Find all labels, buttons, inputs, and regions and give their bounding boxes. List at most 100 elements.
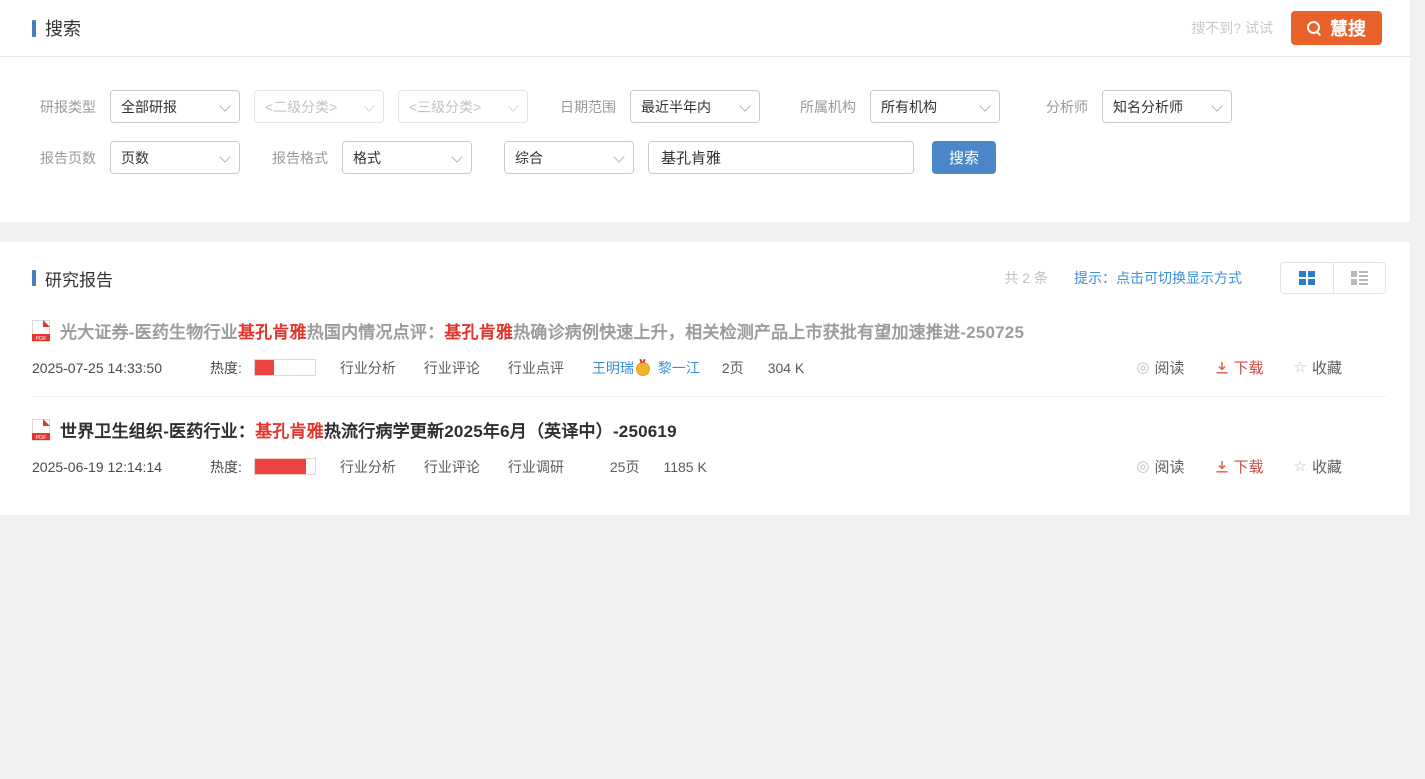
header-bar: 搜索 搜不到? 试试 慧搜 bbox=[0, 0, 1410, 57]
chevron-down-icon bbox=[613, 151, 624, 162]
smart-search-label: 慧搜 bbox=[1330, 15, 1366, 41]
heat-label: 热度: bbox=[210, 358, 242, 378]
report-pages-value: 页数 bbox=[121, 148, 149, 168]
grid-view-icon bbox=[1299, 271, 1315, 285]
report-title-link[interactable]: 光大证券-医药生物行业基孔肯雅热国内情况点评：基孔肯雅热确诊病例快速上升，相关检… bbox=[60, 318, 1024, 343]
heat-fill bbox=[255, 360, 274, 375]
heat-bar bbox=[254, 359, 316, 376]
analyst-label: 分析师 bbox=[1046, 97, 1088, 117]
list-view-button[interactable] bbox=[1333, 263, 1385, 293]
organization-label: 所属机构 bbox=[800, 97, 856, 117]
chevron-down-icon bbox=[451, 151, 462, 162]
organization-select[interactable]: 所有机构 bbox=[870, 90, 1000, 123]
download-icon bbox=[1215, 361, 1229, 375]
pdf-icon[interactable]: PDF bbox=[32, 419, 50, 441]
report-tag: 行业调研 bbox=[508, 457, 564, 477]
heat-fill bbox=[255, 459, 306, 474]
page-title: 搜索 bbox=[32, 15, 81, 41]
chevron-down-icon bbox=[507, 100, 518, 111]
download-button[interactable]: 下载 bbox=[1215, 456, 1264, 477]
chevron-down-icon bbox=[219, 100, 230, 111]
page-count: 25页 bbox=[610, 457, 640, 477]
report-pages-label: 报告页数 bbox=[40, 148, 96, 168]
favorite-button[interactable]: ☆收藏 bbox=[1294, 357, 1342, 378]
analyst-value: 知名分析师 bbox=[1113, 97, 1183, 117]
result-count: 共 2 条 bbox=[1004, 268, 1048, 288]
star-icon: ☆ bbox=[1294, 360, 1307, 375]
date-range-value: 最近半年内 bbox=[641, 97, 711, 117]
medal-icon bbox=[636, 362, 650, 376]
level2-category-select[interactable]: <二级分类> bbox=[254, 90, 384, 123]
read-button[interactable]: ◎阅读 bbox=[1136, 456, 1184, 477]
chevron-down-icon bbox=[219, 151, 230, 162]
filter-panel: 研报类型 全部研报 <二级分类> <三级分类> 日期范围 最近半年内 所属机构 … bbox=[0, 57, 1410, 222]
report-format-select[interactable]: 格式 bbox=[342, 141, 472, 174]
results-title-text: 研究报告 bbox=[45, 266, 113, 291]
eye-icon: ◎ bbox=[1136, 459, 1149, 474]
result-row: PDF 光大证券-医药生物行业基孔肯雅热国内情况点评：基孔肯雅热确诊病例快速上升… bbox=[0, 298, 1386, 396]
keyword-highlight: 基孔肯雅 bbox=[255, 422, 324, 441]
favorite-button[interactable]: ☆收藏 bbox=[1294, 456, 1342, 477]
smart-search-button[interactable]: 慧搜 bbox=[1291, 11, 1382, 45]
report-tag: 行业评论 bbox=[424, 358, 480, 378]
view-toggle-group bbox=[1280, 262, 1386, 294]
level3-category-select[interactable]: <三级分类> bbox=[398, 90, 528, 123]
chevron-down-icon bbox=[979, 100, 990, 111]
keyword-input[interactable] bbox=[648, 141, 914, 174]
chevron-down-icon bbox=[739, 100, 750, 111]
date-range-label: 日期范围 bbox=[560, 97, 616, 117]
report-tag: 行业分析 bbox=[340, 358, 396, 378]
report-tag: 行业评论 bbox=[424, 457, 480, 477]
report-tag: 行业点评 bbox=[508, 358, 564, 378]
download-button[interactable]: 下载 bbox=[1215, 357, 1264, 378]
results-title: 研究报告 bbox=[32, 266, 113, 291]
keyword-highlight: 基孔肯雅 bbox=[238, 323, 307, 342]
report-format-value: 格式 bbox=[353, 148, 381, 168]
analyst-link[interactable]: 黎一江 bbox=[658, 358, 700, 378]
analyst-select[interactable]: 知名分析师 bbox=[1102, 90, 1232, 123]
report-date: 2025-07-25 14:33:50 bbox=[32, 360, 210, 376]
report-title-link[interactable]: 世界卫生组织-医药行业：基孔肯雅热流行病学更新2025年6月（英译中）-2506… bbox=[60, 417, 677, 442]
report-date: 2025-06-19 12:14:14 bbox=[32, 459, 210, 475]
report-type-select[interactable]: 全部研报 bbox=[110, 90, 240, 123]
search-icon bbox=[1307, 21, 1322, 36]
title-accent-bar bbox=[32, 270, 36, 286]
search-hint-text: 搜不到? 试试 bbox=[1191, 18, 1273, 38]
sort-value: 综合 bbox=[515, 148, 543, 168]
page-title-text: 搜索 bbox=[45, 15, 81, 41]
title-accent-bar bbox=[32, 20, 36, 37]
search-button[interactable]: 搜索 bbox=[932, 141, 996, 174]
page-count: 2页 bbox=[722, 358, 744, 378]
heat-label: 热度: bbox=[210, 457, 242, 477]
star-icon: ☆ bbox=[1294, 459, 1307, 474]
heat-bar bbox=[254, 458, 316, 475]
organization-value: 所有机构 bbox=[881, 97, 937, 117]
report-pages-select[interactable]: 页数 bbox=[110, 141, 240, 174]
level2-category-value: <二级分类> bbox=[265, 97, 337, 117]
result-row: PDF 世界卫生组织-医药行业：基孔肯雅热流行病学更新2025年6月（英译中）-… bbox=[0, 397, 1386, 495]
grid-view-button[interactable] bbox=[1281, 263, 1333, 293]
chevron-down-icon bbox=[363, 100, 374, 111]
date-range-select[interactable]: 最近半年内 bbox=[630, 90, 760, 123]
list-view-icon bbox=[1351, 271, 1368, 285]
results-panel: 研究报告 共 2 条 提示：点击可切换显示方式 PDF 光大证券-医药生 bbox=[0, 242, 1410, 515]
chevron-down-icon bbox=[1211, 100, 1222, 111]
report-format-label: 报告格式 bbox=[272, 148, 328, 168]
report-type-value: 全部研报 bbox=[121, 97, 177, 117]
pdf-icon[interactable]: PDF bbox=[32, 320, 50, 342]
file-size: 1185 K bbox=[663, 459, 706, 475]
svg-text:PDF: PDF bbox=[36, 435, 48, 441]
keyword-highlight: 基孔肯雅 bbox=[444, 323, 513, 342]
download-icon bbox=[1215, 460, 1229, 474]
display-mode-tip: 提示：点击可切换显示方式 bbox=[1074, 268, 1242, 288]
page: 搜索 搜不到? 试试 慧搜 研报类型 全部研报 <二级分类> <三级分类> bbox=[0, 0, 1425, 779]
svg-text:PDF: PDF bbox=[36, 336, 48, 342]
sort-select[interactable]: 综合 bbox=[504, 141, 634, 174]
report-tag: 行业分析 bbox=[340, 457, 396, 477]
read-button[interactable]: ◎阅读 bbox=[1136, 357, 1184, 378]
eye-icon: ◎ bbox=[1136, 360, 1149, 375]
report-type-label: 研报类型 bbox=[40, 97, 96, 117]
analyst-link[interactable]: 王明瑞 bbox=[592, 358, 634, 378]
file-size: 304 K bbox=[768, 360, 805, 376]
level3-category-value: <三级分类> bbox=[409, 97, 481, 117]
